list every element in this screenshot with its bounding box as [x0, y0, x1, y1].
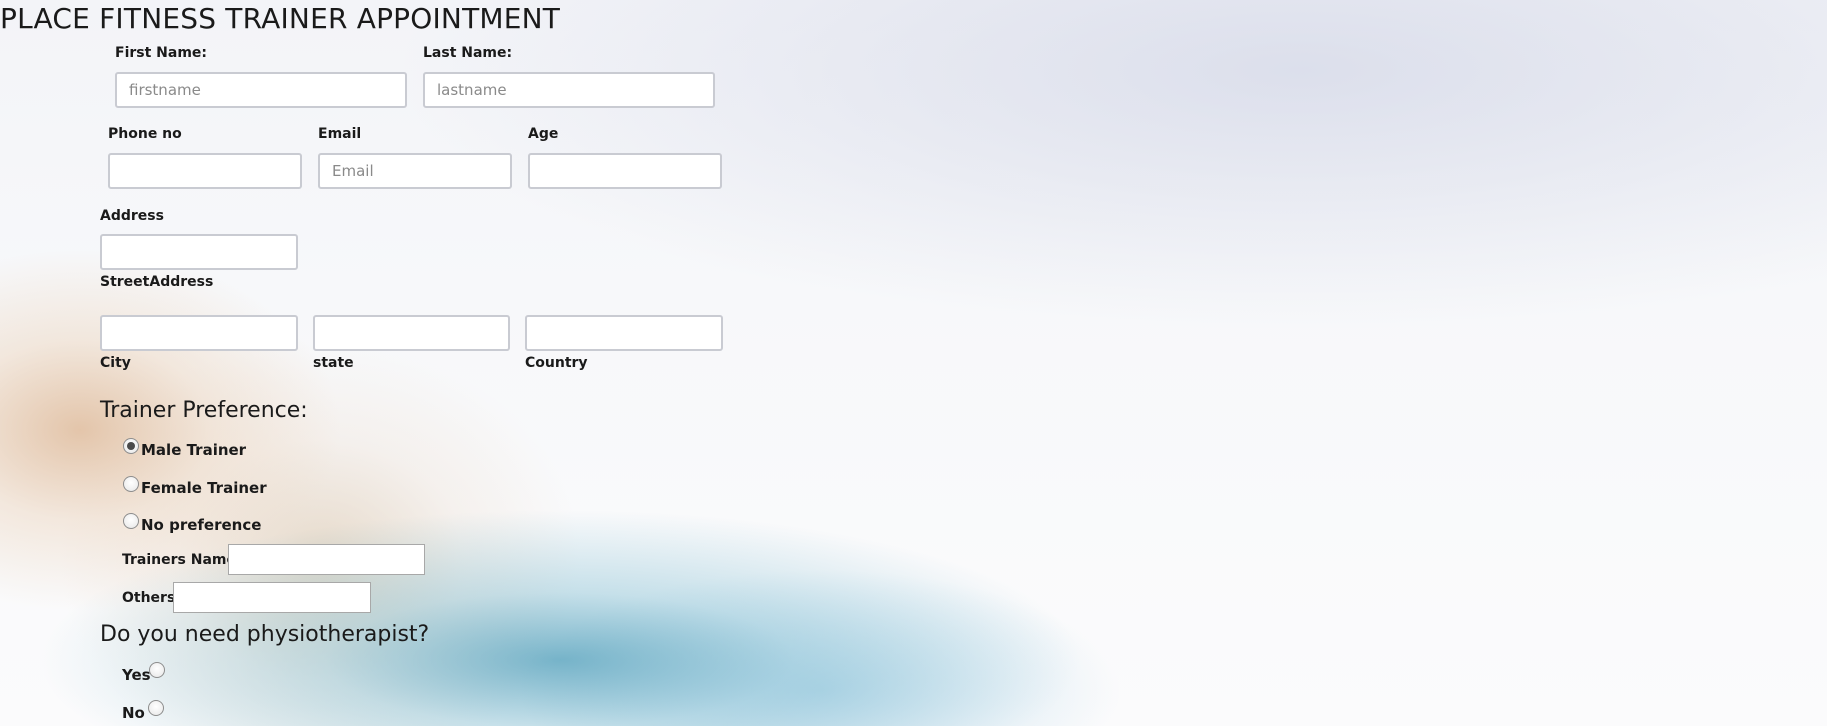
country-input[interactable]	[525, 315, 723, 351]
last-name-label: Last Name:	[423, 45, 513, 61]
others-label: Others	[122, 590, 176, 606]
no-preference-label: No preference	[141, 516, 262, 534]
physio-heading: Do you need physiotherapist?	[100, 622, 430, 647]
physio-yes-label: Yes	[122, 666, 151, 684]
physio-no-label: No	[122, 704, 145, 722]
female-trainer-radio[interactable]	[123, 476, 139, 492]
trainers-name-label: Trainers Name	[122, 552, 236, 568]
first-name-label: First Name:	[115, 45, 208, 61]
male-trainer-label: Male Trainer	[141, 441, 247, 459]
others-input[interactable]	[173, 582, 371, 613]
female-trainer-label: Female Trainer	[141, 479, 267, 497]
first-name-input[interactable]	[115, 72, 407, 108]
no-preference-radio[interactable]	[123, 513, 139, 529]
street-address-label: StreetAddress	[100, 274, 214, 290]
email-input[interactable]	[318, 153, 512, 189]
trainer-preference-heading: Trainer Preference:	[100, 398, 308, 423]
age-label: Age	[528, 126, 559, 142]
city-label: City	[100, 355, 131, 371]
city-input[interactable]	[100, 315, 298, 351]
physio-yes-radio[interactable]	[149, 662, 165, 678]
trainers-name-input[interactable]	[228, 544, 425, 575]
street-address-input[interactable]	[100, 234, 298, 270]
phone-input[interactable]	[108, 153, 302, 189]
page-title: PLACE FITNESS TRAINER APPOINTMENT	[0, 2, 561, 35]
physio-no-radio[interactable]	[148, 700, 164, 716]
male-trainer-radio[interactable]	[123, 438, 139, 454]
state-input[interactable]	[313, 315, 510, 351]
age-input[interactable]	[528, 153, 722, 189]
country-label: Country	[525, 355, 588, 371]
email-label: Email	[318, 126, 362, 142]
address-label: Address	[100, 208, 164, 224]
last-name-input[interactable]	[423, 72, 715, 108]
state-label: state	[313, 355, 354, 371]
phone-label: Phone no	[108, 126, 182, 142]
